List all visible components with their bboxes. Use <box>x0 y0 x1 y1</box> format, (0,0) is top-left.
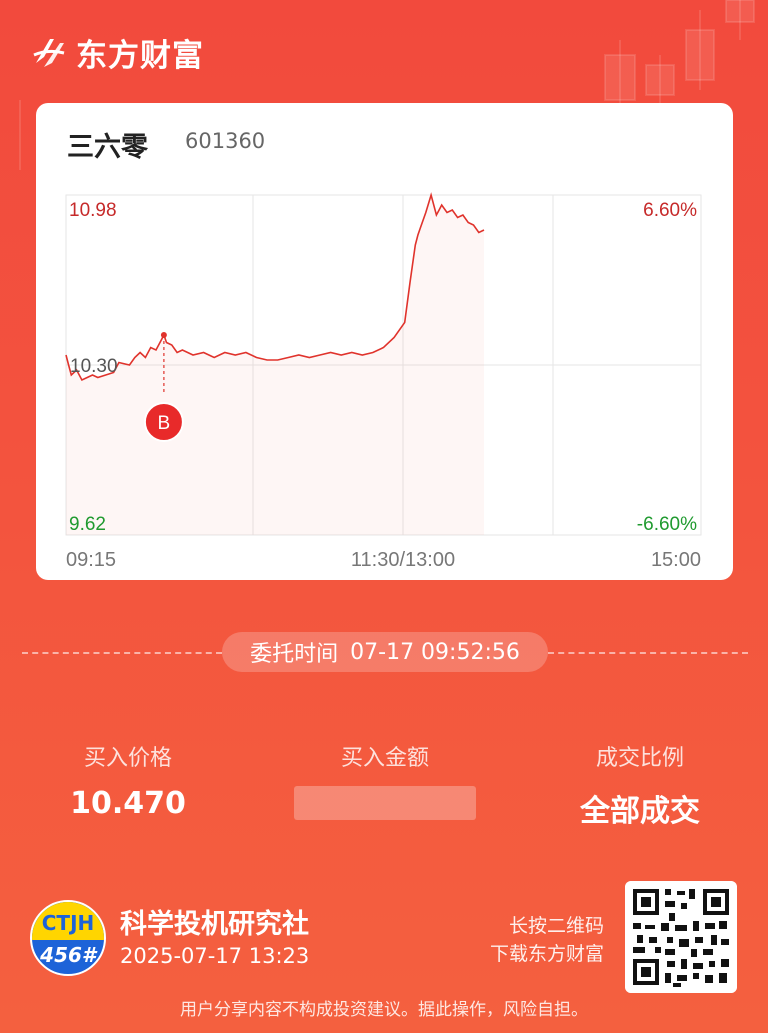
eastmoney-logo-icon <box>33 38 65 67</box>
buy-badge-label: B <box>158 413 171 434</box>
x-label-open: 09:15 <box>66 549 116 571</box>
intraday-chart[interactable]: B 10.98 10.30 9.62 6.60% -6.60% 09:15 11… <box>36 103 733 580</box>
buy-marker-point <box>160 332 167 338</box>
order-time-row: 委托时间 07-17 09:52:56 <box>0 618 768 688</box>
x-label-midday: 11:30/13:00 <box>351 549 455 571</box>
qr-hint-line2: 下载东方财富 <box>489 943 604 965</box>
avatar[interactable]: CTJH 456# <box>30 900 106 976</box>
buy-price-value: 10.470 <box>70 786 186 821</box>
buy-amount-label: 买入金额 <box>340 746 429 771</box>
y-label-top: 10.98 <box>69 200 117 221</box>
buy-amount-masked <box>294 786 476 820</box>
divider-right <box>548 652 748 654</box>
qr-hint-line1: 长按二维码 <box>508 915 604 937</box>
user-name[interactable]: 科学投机研究社 <box>120 902 309 941</box>
stat-fill-ratio: 成交比例 全部成交 <box>560 740 720 830</box>
stock-card[interactable]: 三六零 601360 B 10.98 10.30 9.62 6.60% -6.6… <box>36 103 733 580</box>
avatar-bottom-text: 456# <box>40 943 96 967</box>
stat-buy-amount: 买入金额 <box>294 740 476 820</box>
fill-ratio-value: 全部成交 <box>580 794 700 829</box>
fill-ratio-label: 成交比例 <box>595 746 684 771</box>
buy-marker-badge[interactable]: B <box>143 402 184 442</box>
order-time-pill: 委托时间 07-17 09:52:56 <box>222 632 548 672</box>
disclaimer: 用户分享内容不构成投资建议。据此操作，风险自担。 <box>180 1000 588 1020</box>
trade-stats: 买入价格 10.470 买入金额 成交比例 全部成交 <box>0 740 768 840</box>
qr-hint: 长按二维码 下载东方财富 <box>490 912 604 968</box>
avatar-top-text: CTJH <box>32 902 104 940</box>
brand-header: 东方财富 <box>30 30 204 75</box>
order-time-label: 委托时间 <box>250 642 339 667</box>
stat-buy-price: 买入价格 10.470 <box>48 740 208 821</box>
qr-code-icon[interactable] <box>625 881 737 993</box>
sharer-info: CTJH 456# 科学投机研究社 2025-07-17 13:23 <box>30 900 450 980</box>
share-time: 2025-07-17 13:23 <box>120 944 310 968</box>
order-time-value: 07-17 09:52:56 <box>350 639 520 665</box>
brand-name: 东方财富 <box>76 38 204 74</box>
y-label-right-bottom: -6.60% <box>637 514 697 535</box>
y-label-bottom: 9.62 <box>69 514 106 535</box>
y-label-right-top: 6.60% <box>643 200 697 221</box>
divider-left <box>22 652 222 654</box>
buy-price-label: 买入价格 <box>83 746 172 771</box>
x-label-close: 15:00 <box>651 549 701 571</box>
y-label-mid: 10.30 <box>70 356 118 377</box>
